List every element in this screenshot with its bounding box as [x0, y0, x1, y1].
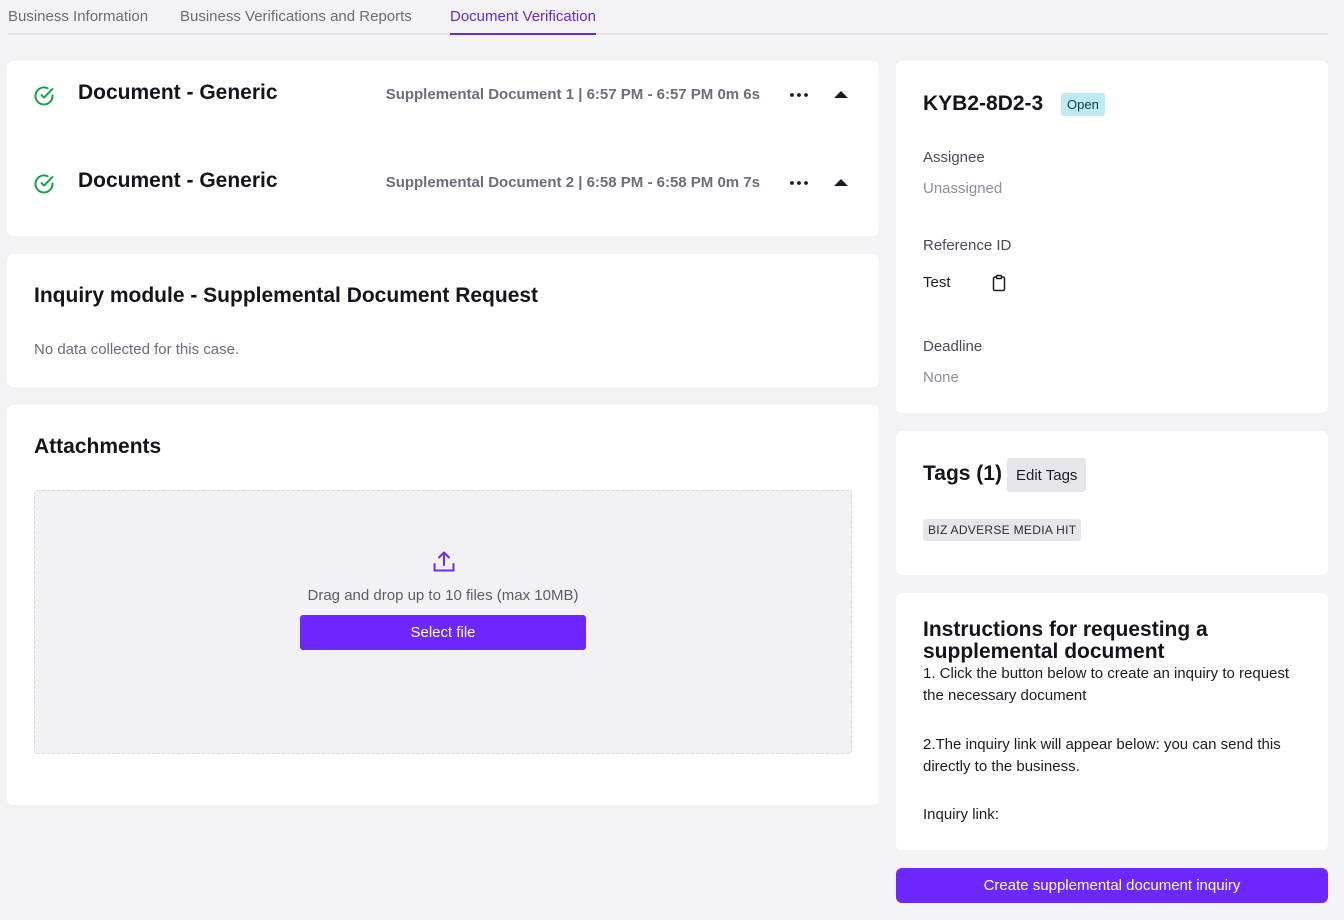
verification-meta: Supplemental Document 1 | 6:57 PM - 6:57… — [385, 86, 760, 103]
edit-tags-button[interactable]: Edit Tags — [1007, 458, 1087, 492]
clipboard-icon[interactable] — [990, 274, 1008, 292]
caret-up-icon[interactable] — [829, 171, 853, 195]
instructions-card: Instructions for requesting a supplement… — [896, 593, 1328, 850]
verification-meta: Supplemental Document 2 | 6:58 PM - 6:58… — [385, 174, 760, 191]
select-file-button[interactable]: Select file — [300, 615, 586, 650]
file-dropzone[interactable]: Drag and drop up to 10 files (max 10MB) … — [34, 490, 852, 754]
reference-id-value: Test — [923, 274, 951, 291]
reference-id-label: Reference ID — [923, 237, 1012, 254]
attachments-title: Attachments — [34, 435, 162, 458]
tag-chip: BIZ ADVERSE MEDIA HIT — [923, 519, 1082, 541]
case-id: KYB2-8D2-3 — [923, 92, 1044, 115]
deadline-label: Deadline — [923, 338, 983, 355]
caret-up-icon[interactable] — [829, 83, 853, 107]
assignee-value[interactable]: Unassigned — [923, 180, 1002, 197]
instructions-title: Instructions for requesting a supplement… — [923, 618, 1208, 663]
status-badge: Open — [1061, 93, 1105, 116]
deadline-value: None — [923, 369, 959, 386]
more-dots-icon[interactable] — [787, 83, 811, 107]
instructions-step-1: 1. Click the button below to create an i… — [923, 665, 1290, 704]
inquiry-link-label: Inquiry link: — [923, 806, 999, 823]
tags-title: Tags (1) — [923, 462, 1002, 485]
verification-title: Document - Generic — [78, 169, 278, 192]
attachments-card: Attachments Drag and drop up to 10 files… — [7, 405, 879, 805]
verification-title: Document - Generic — [78, 81, 278, 104]
tab-document-verification[interactable]: Document Verification — [450, 8, 596, 35]
assignee-label: Assignee — [923, 149, 985, 166]
verification-row[interactable]: Document - Generic Supplemental Document… — [7, 165, 879, 205]
upload-icon — [433, 551, 455, 572]
verification-row[interactable]: Document - Generic Supplemental Document… — [7, 77, 879, 117]
empty-state-text: No data collected for this case. — [34, 341, 240, 358]
verifications-card: Document - Generic Supplemental Document… — [7, 61, 879, 236]
check-circle-icon — [34, 174, 54, 194]
inquiry-module-title: Inquiry module - Supplemental Document R… — [34, 284, 539, 307]
tab-business-verifications-reports[interactable]: Business Verifications and Reports — [180, 8, 412, 35]
inquiry-module-card: Inquiry module - Supplemental Document R… — [7, 254, 879, 387]
tags-card: Tags (1) Edit Tags BIZ ADVERSE MEDIA HIT — [896, 431, 1328, 575]
create-supplemental-inquiry-button[interactable]: Create supplemental document inquiry — [896, 868, 1328, 903]
instructions-step-2: 2.The inquiry link will appear below: yo… — [923, 736, 1281, 775]
dropzone-text: Drag and drop up to 10 files (max 10MB) — [307, 587, 579, 604]
tab-business-information[interactable]: Business Information — [8, 8, 148, 35]
tab-bar: Business Information Business Verificati… — [8, 0, 1328, 35]
more-dots-icon[interactable] — [787, 171, 811, 195]
case-info-card: KYB2-8D2-3 Open Assignee Unassigned Refe… — [896, 61, 1328, 413]
check-circle-icon — [34, 86, 54, 106]
